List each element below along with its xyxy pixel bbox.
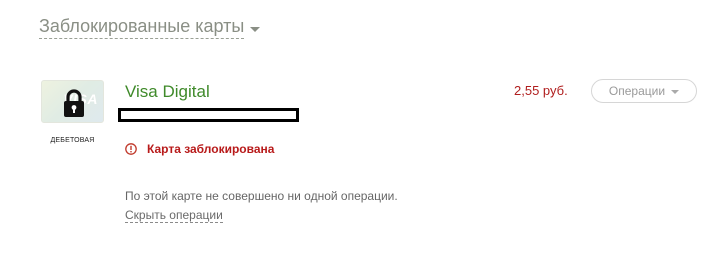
operations-button[interactable]: Операции bbox=[591, 79, 697, 103]
card-type-label: ДЕБЕТОВАЯ bbox=[50, 137, 95, 144]
section-title[interactable]: Заблокированные карты bbox=[39, 16, 245, 39]
chevron-down-icon bbox=[671, 90, 680, 94]
card-name-link[interactable]: Visa Digital bbox=[125, 82, 210, 102]
operations-button-label: Операции bbox=[608, 84, 666, 98]
status-text: Карта заблокирована bbox=[147, 142, 275, 156]
blocked-cards-header[interactable]: Заблокированные карты bbox=[39, 16, 261, 39]
redacted-card-number bbox=[118, 108, 299, 122]
card-thumbnail: VISA bbox=[41, 80, 104, 123]
chevron-down-icon[interactable] bbox=[250, 26, 261, 32]
warning-icon bbox=[125, 143, 137, 155]
lock-icon bbox=[64, 89, 84, 117]
card-status: Карта заблокирована bbox=[125, 142, 274, 156]
card-balance: 2,55 руб. bbox=[514, 83, 568, 98]
no-operations-message: По этой карте не совершено ни одной опер… bbox=[125, 189, 398, 203]
hide-operations-link[interactable]: Скрыть операции bbox=[125, 208, 223, 223]
